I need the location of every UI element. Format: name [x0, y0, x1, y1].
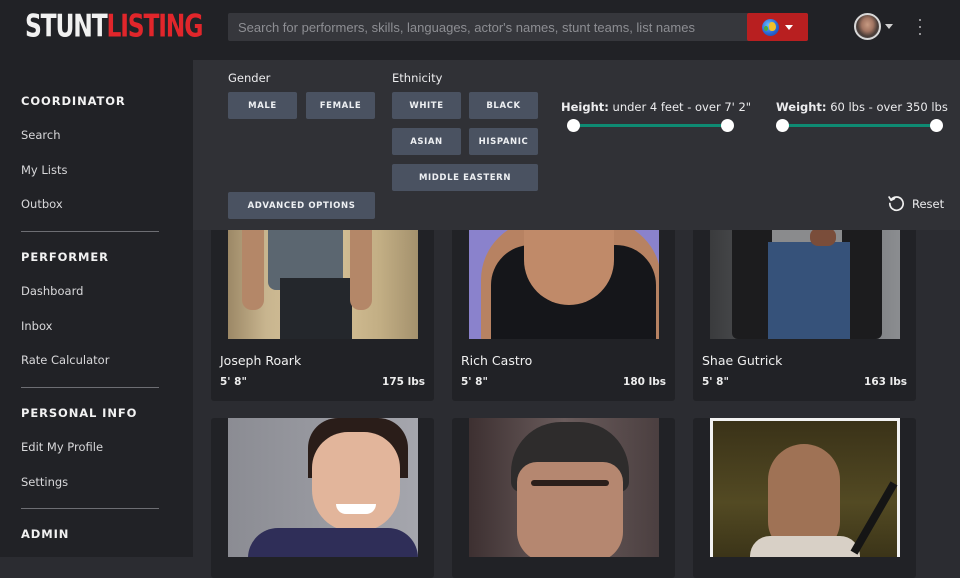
performer-name: Joseph Roark — [220, 353, 302, 368]
ethnicity-hispanic-button[interactable]: HISPANIC — [469, 128, 538, 155]
performer-name: Rich Castro — [461, 353, 533, 368]
performer-height: 5' 8" — [702, 376, 729, 388]
sidebar-heading-performer: PERFORMER — [21, 250, 109, 264]
logo-text-stunt: STUNT — [25, 8, 108, 45]
sidebar-divider — [21, 387, 159, 388]
logo-text-listing: LISTING — [106, 8, 204, 45]
height-max-handle[interactable] — [721, 119, 734, 132]
stuntlisting-logo[interactable]: STUNT LISTING — [25, 7, 204, 45]
performer-card[interactable]: Joseph Roark 5' 8" 175 lbs — [211, 200, 434, 401]
gender-female-button[interactable]: FEMALE — [306, 92, 375, 119]
performer-photo — [469, 418, 659, 557]
weight-slider-track — [782, 124, 937, 127]
performer-weight: 180 lbs — [623, 376, 666, 388]
ethnicity-white-button[interactable]: WHITE — [392, 92, 461, 119]
height-range-text: under 4 feet - over 7' 2" — [612, 100, 752, 114]
performer-card[interactable] — [452, 418, 675, 578]
ethnicity-asian-button[interactable]: ASIAN — [392, 128, 461, 155]
weight-min-handle[interactable] — [776, 119, 789, 132]
top-bar: STUNT LISTING — [0, 0, 960, 60]
performer-name: Shae Gutrick — [702, 353, 783, 368]
performer-card[interactable] — [693, 418, 916, 578]
caret-down-icon — [785, 24, 793, 30]
weight-range-text: 60 lbs - over 350 lbs — [830, 100, 948, 114]
performer-weight: 163 lbs — [864, 376, 907, 388]
performer-card[interactable]: Shae Gutrick 5' 8" 163 lbs — [693, 200, 916, 401]
sidebar-item-rate-calculator[interactable]: Rate Calculator — [21, 353, 109, 367]
weight-label: Weight: — [776, 100, 827, 114]
avatar-caret-down-icon[interactable] — [885, 24, 893, 29]
kebab-menu-icon[interactable] — [914, 17, 926, 37]
performer-height: 5' 8" — [220, 376, 247, 388]
height-slider-track — [573, 124, 728, 127]
search-input[interactable] — [228, 13, 747, 41]
sidebar-divider — [21, 508, 159, 509]
weight-filter-label: Weight: 60 lbs - over 350 lbs — [776, 100, 948, 114]
performer-weight: 175 lbs — [382, 376, 425, 388]
sidebar-item-dashboard[interactable]: Dashboard — [21, 284, 83, 298]
sidebar-heading-personal-info: PERSONAL INFO — [21, 406, 138, 420]
ethnicity-black-button[interactable]: BLACK — [469, 92, 538, 119]
user-avatar[interactable] — [854, 13, 881, 40]
sidebar-item-my-lists[interactable]: My Lists — [21, 163, 67, 177]
search-bar — [228, 13, 808, 41]
height-min-handle[interactable] — [567, 119, 580, 132]
performer-card[interactable] — [211, 418, 434, 578]
sidebar-heading-coordinator: COORDINATOR — [21, 94, 126, 108]
weight-range-slider[interactable] — [776, 119, 943, 133]
reset-filters-button[interactable]: Reset — [887, 194, 944, 213]
height-filter-label: Height: under 4 feet - over 7' 2" — [561, 100, 751, 114]
reset-label: Reset — [912, 196, 945, 211]
performer-height: 5' 8" — [461, 376, 488, 388]
weight-max-handle[interactable] — [930, 119, 943, 132]
height-label: Height: — [561, 100, 609, 114]
sidebar-divider — [21, 231, 159, 232]
globe-icon — [762, 18, 779, 36]
sidebar-heading-admin: ADMIN — [21, 527, 70, 541]
reset-icon — [888, 196, 904, 212]
sidebar-item-outbox[interactable]: Outbox — [21, 197, 63, 211]
height-range-slider[interactable] — [567, 119, 734, 133]
sidebar-item-search[interactable]: Search — [21, 128, 61, 142]
sidebar-item-inbox[interactable]: Inbox — [21, 319, 52, 333]
sidebar-item-settings[interactable]: Settings — [21, 475, 68, 489]
performer-card[interactable]: Rich Castro 5' 8" 180 lbs — [452, 200, 675, 401]
search-filter-panel: Gender MALE FEMALE Ethnicity WHITE BLACK… — [193, 60, 960, 230]
sidebar-item-edit-my-profile[interactable]: Edit My Profile — [21, 440, 103, 454]
gender-male-button[interactable]: MALE — [228, 92, 297, 119]
performer-photo — [228, 418, 418, 557]
performer-photo — [710, 418, 900, 557]
gender-label: Gender — [228, 71, 271, 85]
search-scope-dropdown[interactable] — [747, 13, 808, 41]
ethnicity-label: Ethnicity — [392, 71, 443, 85]
ethnicity-middle-eastern-button[interactable]: MIDDLE EASTERN — [392, 164, 538, 191]
advanced-options-button[interactable]: ADVANCED OPTIONS — [228, 192, 375, 219]
sidebar: COORDINATOR Search My Lists Outbox PERFO… — [0, 60, 193, 557]
